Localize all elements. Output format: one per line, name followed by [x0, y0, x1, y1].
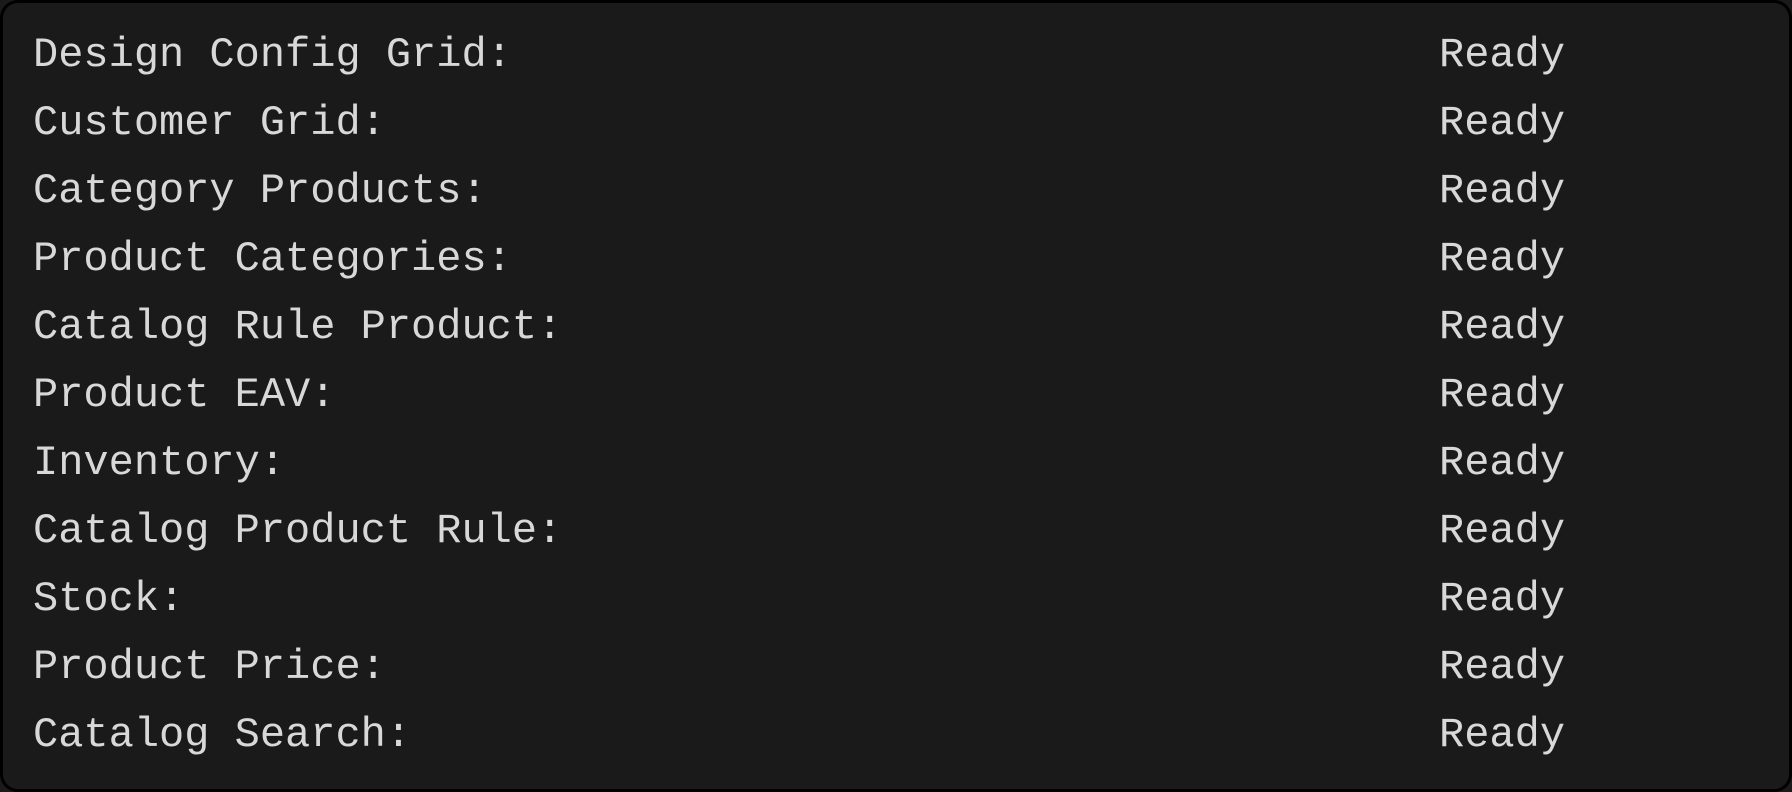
indexer-label: Product Price: [33, 633, 386, 701]
indexer-status: Ready [1439, 21, 1759, 89]
status-row: Inventory: Ready [33, 429, 1759, 497]
indexer-label: Catalog Rule Product: [33, 293, 562, 361]
status-row: Product Price: Ready [33, 633, 1759, 701]
indexer-label: Stock: [33, 565, 184, 633]
indexer-label: Product Categories: [33, 225, 512, 293]
indexer-status: Ready [1439, 565, 1759, 633]
indexer-status: Ready [1439, 89, 1759, 157]
indexer-status: Ready [1439, 633, 1759, 701]
status-row: Catalog Rule Product: Ready [33, 293, 1759, 361]
indexer-status: Ready [1439, 361, 1759, 429]
status-row: Stock: Ready [33, 565, 1759, 633]
status-row: Product EAV: Ready [33, 361, 1759, 429]
status-row: Customer Grid: Ready [33, 89, 1759, 157]
indexer-status: Ready [1439, 497, 1759, 565]
indexer-label: Category Products: [33, 157, 487, 225]
status-row: Catalog Product Rule: Ready [33, 497, 1759, 565]
indexer-status-panel: Design Config Grid: Ready Customer Grid:… [0, 0, 1792, 792]
indexer-status: Ready [1439, 701, 1759, 769]
indexer-label: Design Config Grid: [33, 21, 512, 89]
indexer-status: Ready [1439, 429, 1759, 497]
indexer-label: Product EAV: [33, 361, 335, 429]
indexer-status: Ready [1439, 225, 1759, 293]
indexer-label: Catalog Search: [33, 701, 411, 769]
indexer-label: Catalog Product Rule: [33, 497, 562, 565]
indexer-label: Inventory: [33, 429, 285, 497]
indexer-status: Ready [1439, 293, 1759, 361]
indexer-status: Ready [1439, 157, 1759, 225]
status-row: Category Products: Ready [33, 157, 1759, 225]
indexer-label: Customer Grid: [33, 89, 386, 157]
status-row: Catalog Search: Ready [33, 701, 1759, 769]
status-row: Product Categories: Ready [33, 225, 1759, 293]
status-row: Design Config Grid: Ready [33, 21, 1759, 89]
